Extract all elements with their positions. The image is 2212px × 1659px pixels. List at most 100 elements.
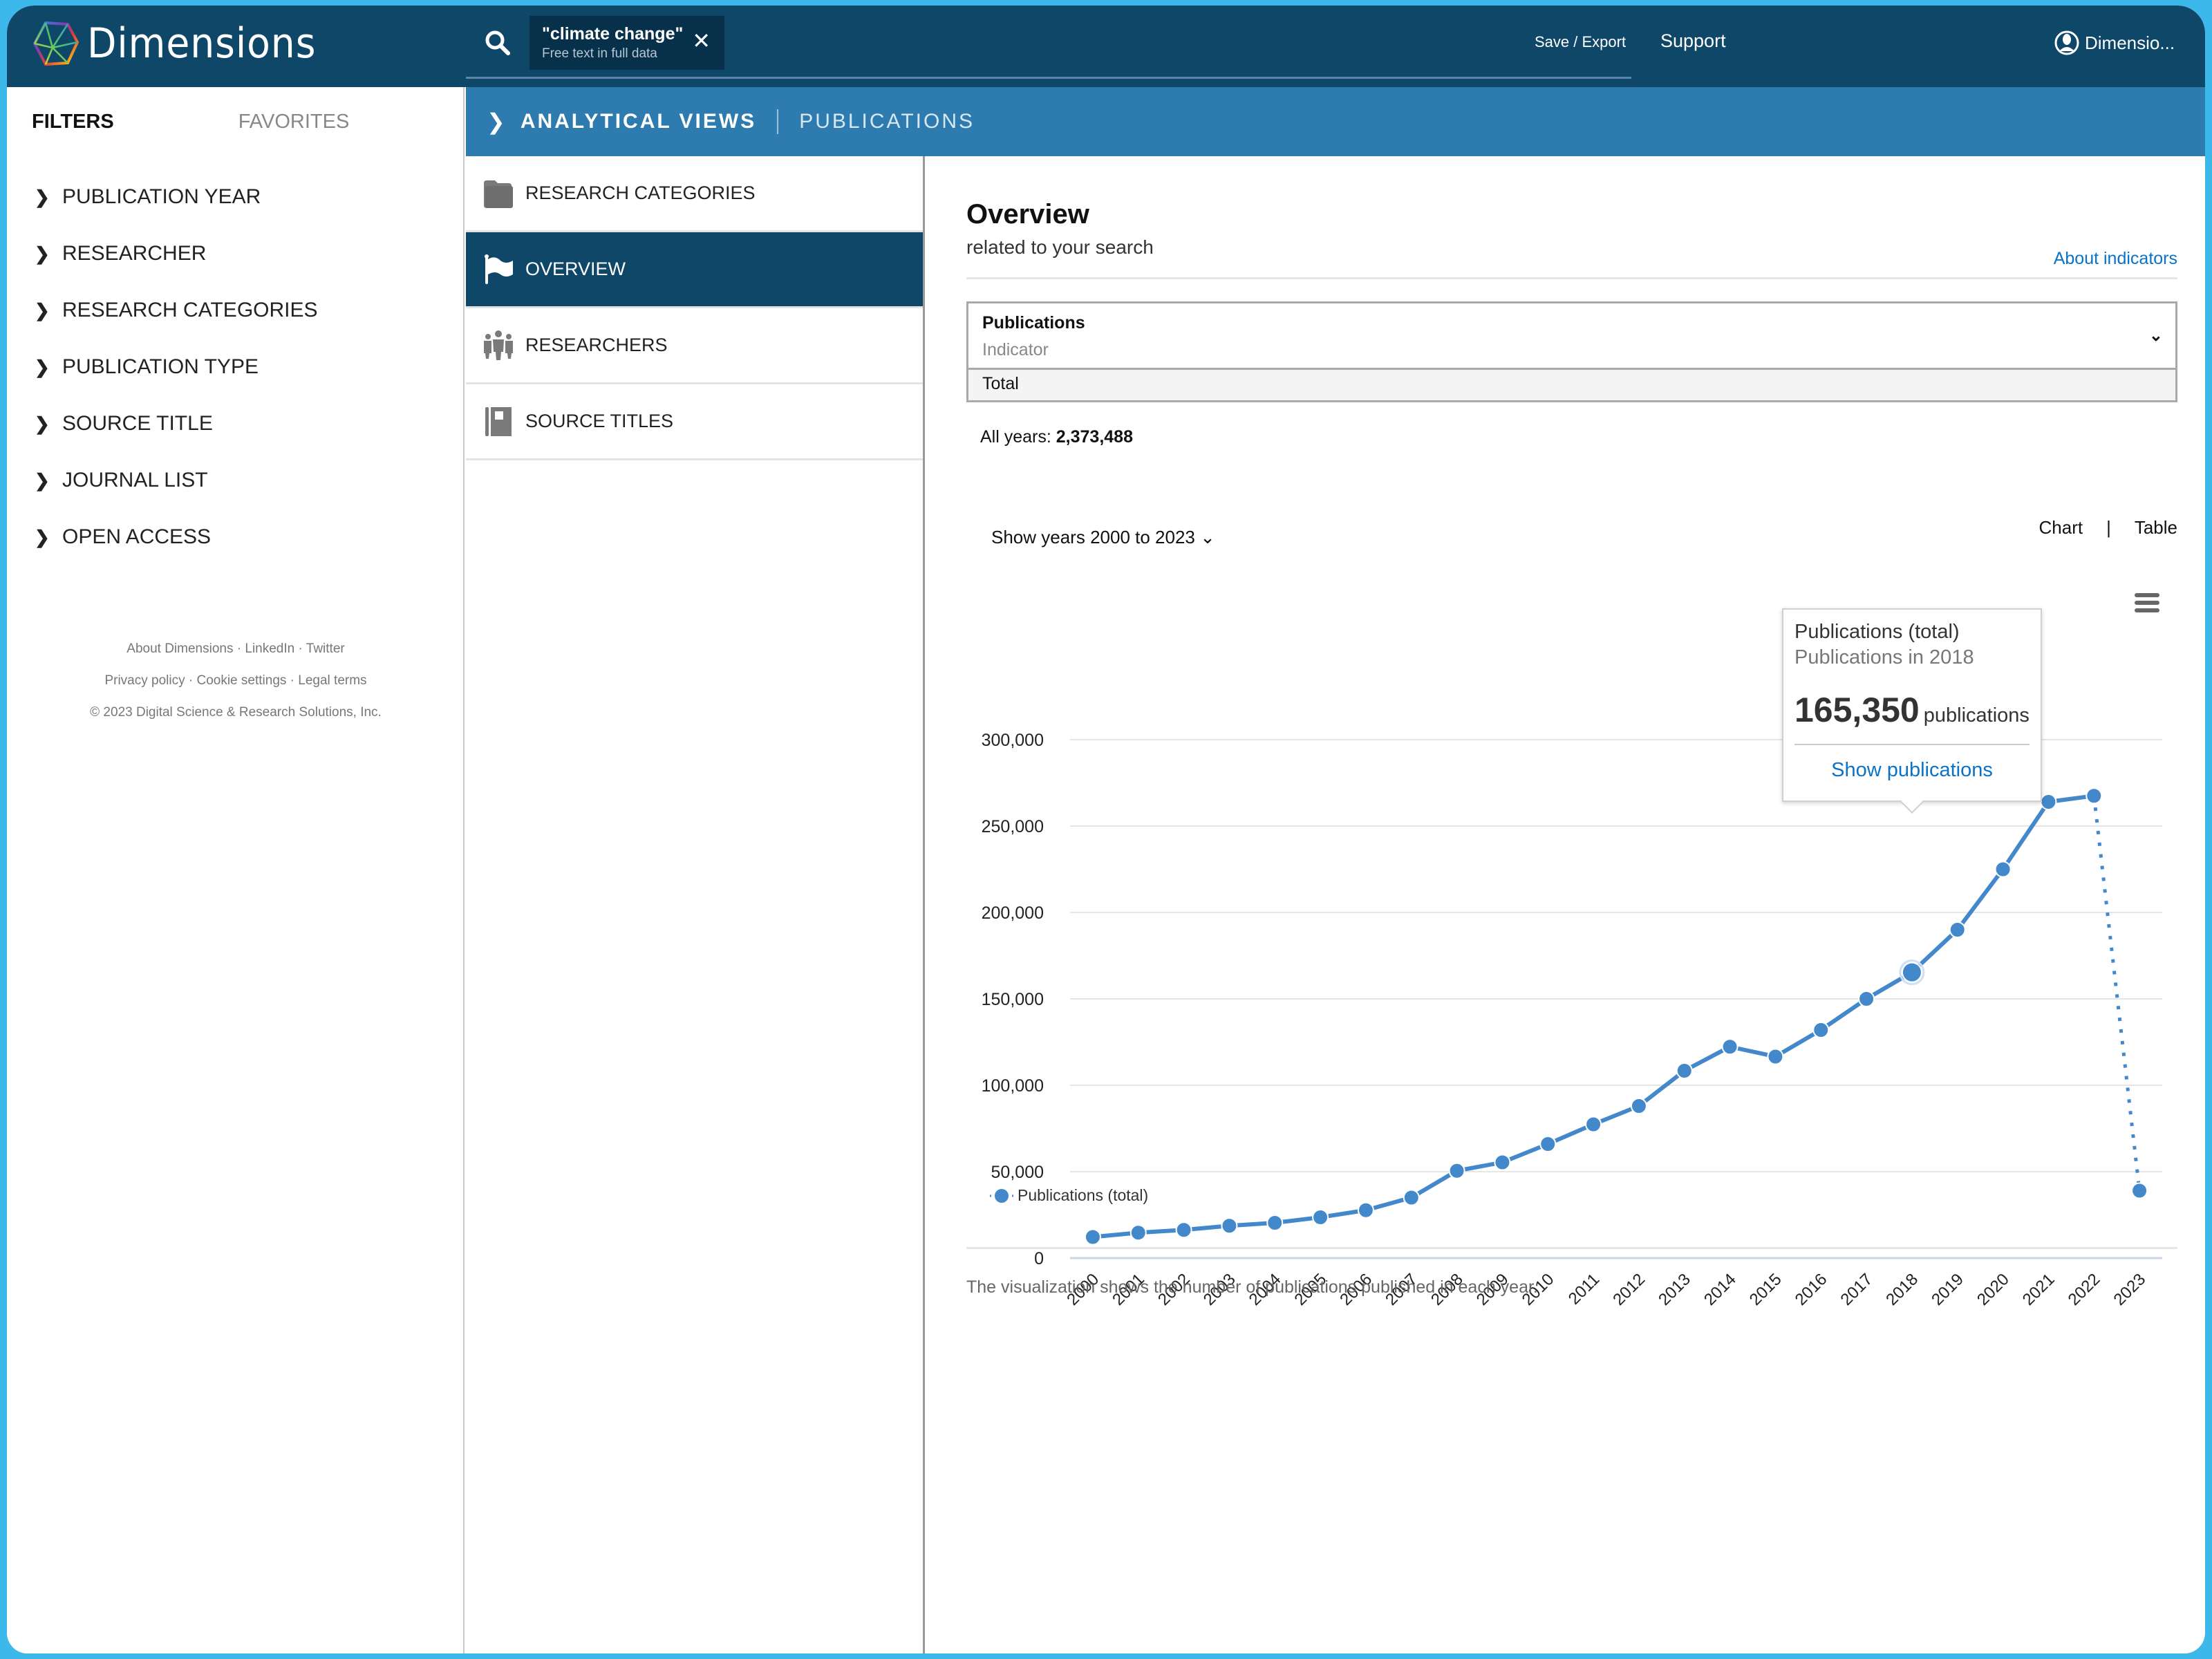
data-point xyxy=(2040,794,2057,810)
chevron-down-icon[interactable]: ⌄ xyxy=(2149,326,2163,346)
table-view-button[interactable]: Table xyxy=(2135,517,2177,538)
view-source-titles[interactable]: SOURCE TITLES xyxy=(466,384,923,460)
x-tick-label: 2019 xyxy=(1928,1270,1967,1309)
search-icon[interactable] xyxy=(484,29,512,57)
toggle-separator: | xyxy=(2106,517,2111,538)
data-point xyxy=(1994,861,2012,878)
chevron-right-icon: ❯ xyxy=(35,413,50,434)
data-point xyxy=(1858,991,1875,1007)
all-years-summary: All years: 2,373,488 xyxy=(980,427,1133,447)
y-tick-label: 0 xyxy=(1034,1249,1044,1268)
indicator-select[interactable]: Publications Indicator ⌄ Total xyxy=(966,301,2177,402)
folder-icon xyxy=(484,180,513,208)
copyright-text: © 2023 Digital Science & Research Soluti… xyxy=(90,705,382,720)
filter-researcher[interactable]: ❯ RESEARCHER xyxy=(35,225,318,282)
year-range-label: Show years 2000 to 2023 xyxy=(991,527,1195,547)
all-years-label: All years: xyxy=(980,427,1051,447)
sidebar-footer: About Dimensions · LinkedIn · Twitter Pr… xyxy=(7,633,465,729)
about-indicators-link[interactable]: About indicators xyxy=(2054,249,2177,269)
view-overview[interactable]: OVERVIEW xyxy=(466,232,923,308)
data-point xyxy=(1448,1162,1465,1179)
flag-icon xyxy=(485,254,513,284)
filter-tabs: FILTERS FAVORITES xyxy=(32,111,349,133)
search-query-chip[interactable]: "climate change" Free text in full data … xyxy=(529,16,724,70)
twitter-link[interactable]: Twitter xyxy=(306,641,345,656)
data-point xyxy=(1721,1038,1738,1056)
chevron-down-icon: ⌄ xyxy=(1200,527,1215,547)
separator: · xyxy=(286,673,299,688)
legend-marker-icon xyxy=(990,1188,1013,1203)
separator: · xyxy=(233,641,245,656)
filter-publication-type[interactable]: ❯ PUBLICATION TYPE xyxy=(35,339,318,395)
filter-label: OPEN ACCESS xyxy=(62,525,212,548)
indicator-option-total[interactable]: Total xyxy=(968,370,2175,400)
data-point xyxy=(1676,1062,1693,1079)
filter-label: RESEARCHER xyxy=(62,242,207,265)
filter-label: RESEARCH CATEGORIES xyxy=(62,299,318,321)
x-tick-label: 2012 xyxy=(1609,1270,1649,1309)
chevron-right-icon[interactable]: ❯ xyxy=(487,109,505,135)
dimensions-logo-icon xyxy=(32,21,79,66)
data-point xyxy=(1130,1224,1147,1241)
view-researchers[interactable]: RESEARCHERS xyxy=(466,308,923,384)
breadcrumb-analytical-views[interactable]: ANALYTICAL VIEWS xyxy=(521,110,756,133)
chevron-right-icon: ❯ xyxy=(35,469,50,491)
filter-journal-list[interactable]: ❯ JOURNAL LIST xyxy=(35,452,318,509)
all-years-value: 2,373,488 xyxy=(1056,427,1133,447)
top-bar: Dimensions "climate change" Free text in… xyxy=(7,6,2205,87)
close-icon[interactable]: ✕ xyxy=(692,30,711,52)
filter-list: ❯ PUBLICATION YEAR ❯ RESEARCHER ❯ RESEARCH … xyxy=(35,169,318,565)
chart-legend-item[interactable]: Publications (total) xyxy=(990,1186,1148,1205)
x-tick-label: 2013 xyxy=(1655,1270,1694,1309)
privacy-policy-link[interactable]: Privacy policy xyxy=(104,673,185,688)
data-point xyxy=(1949,921,1966,938)
breadcrumb-publications: PUBLICATIONS xyxy=(799,110,975,133)
separator: · xyxy=(185,673,197,688)
tooltip-value: 165,350 xyxy=(1794,691,1920,729)
chart-menu-icon[interactable] xyxy=(2135,593,2159,612)
divider xyxy=(966,1247,2177,1249)
chevron-right-icon: ❯ xyxy=(35,526,50,547)
save-export-button[interactable]: Save / Export xyxy=(1535,33,1626,51)
data-point xyxy=(1901,962,1922,983)
app-name: Dimensions xyxy=(87,19,317,68)
chart-view-button[interactable]: Chart xyxy=(2039,517,2083,538)
support-link[interactable]: Support xyxy=(1660,30,1726,52)
y-tick-label: 150,000 xyxy=(982,990,1044,1009)
view-label: SOURCE TITLES xyxy=(525,411,674,431)
cookie-settings-link[interactable]: Cookie settings xyxy=(196,673,286,688)
chart-tooltip: Publications (total) Publications in 201… xyxy=(1782,608,2042,814)
data-point xyxy=(1812,1022,1830,1038)
about-dimensions-link[interactable]: About Dimensions xyxy=(126,641,233,656)
filter-open-access[interactable]: ❯ OPEN ACCESS xyxy=(35,509,318,565)
divider xyxy=(966,277,2177,279)
filter-source-title[interactable]: ❯ SOURCE TITLE xyxy=(35,395,318,452)
show-publications-link[interactable]: Show publications xyxy=(1794,759,2030,782)
filter-label: PUBLICATION TYPE xyxy=(62,355,259,378)
page-subtitle: related to your search xyxy=(966,236,1154,258)
tab-filters[interactable]: FILTERS xyxy=(32,111,114,133)
user-menu[interactable]: Dimensio... xyxy=(2054,29,2175,57)
data-point xyxy=(2131,1182,2148,1199)
filters-sidebar: FILTERS FAVORITES ❯ PUBLICATION YEAR ❯ RES… xyxy=(7,87,465,1653)
visualization-description: The visualization shows the number of pu… xyxy=(966,1277,1538,1297)
legal-terms-link[interactable]: Legal terms xyxy=(298,673,366,688)
y-tick-label: 200,000 xyxy=(982,903,1044,923)
breadcrumb-divider xyxy=(777,109,779,134)
tooltip-series: Publications (total) xyxy=(1794,621,1960,643)
view-research-categories[interactable]: RESEARCH CATEGORIES xyxy=(466,156,923,232)
year-range-dropdown[interactable]: Show years 2000 to 2023 ⌄ xyxy=(991,527,1215,548)
x-tick-label: 2021 xyxy=(2019,1270,2059,1309)
filter-research-categories[interactable]: ❯ RESEARCH CATEGORIES xyxy=(35,282,318,339)
tab-favorites[interactable]: FAVORITES xyxy=(238,111,350,133)
filter-publication-year[interactable]: ❯ PUBLICATION YEAR xyxy=(35,169,318,225)
linkedin-link[interactable]: LinkedIn xyxy=(245,641,294,656)
view-label: RESEARCH CATEGORIES xyxy=(525,182,756,203)
chevron-right-icon: ❯ xyxy=(35,356,50,377)
data-point xyxy=(2086,787,2103,805)
data-point xyxy=(1630,1098,1647,1114)
x-tick-label: 2018 xyxy=(1882,1270,1922,1309)
tooltip-divider xyxy=(1794,744,2030,745)
x-tick-label: 2023 xyxy=(2110,1270,2149,1309)
dimensions-logo[interactable]: Dimensions xyxy=(32,19,336,68)
